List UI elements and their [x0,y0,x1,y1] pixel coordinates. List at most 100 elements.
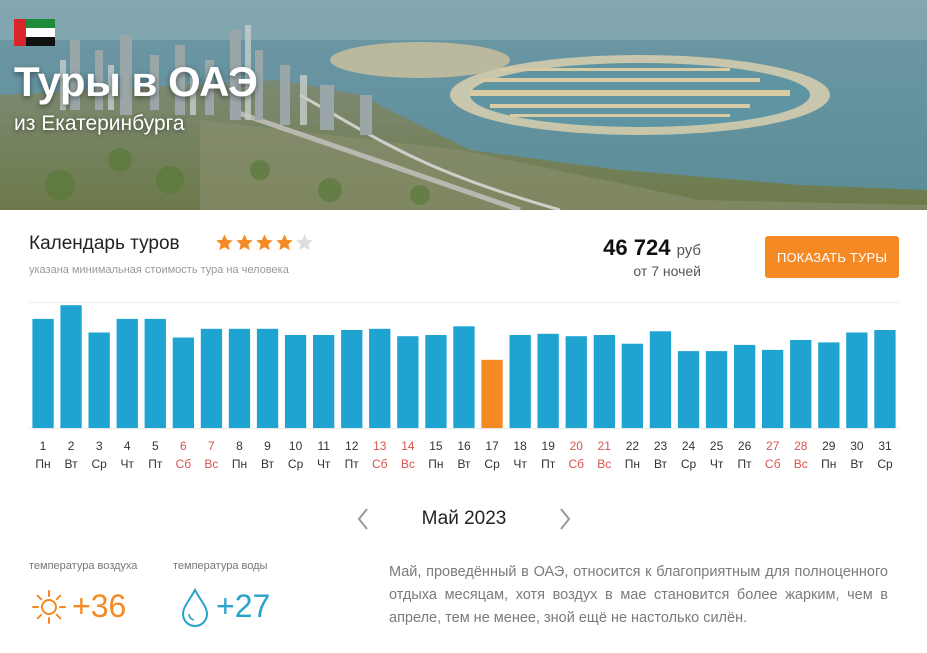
chart-bar[interactable] [790,340,812,428]
weekday-label: Вт [65,457,79,471]
day-number-label: 16 [457,439,471,453]
weekday-label: Пт [738,457,753,471]
day-number-label: 21 [598,439,612,453]
chart-bar[interactable] [369,328,391,428]
sun-icon [32,590,66,624]
price-currency: руб [676,242,701,259]
day-number-label: 31 [878,439,892,453]
chart-bar[interactable] [425,335,447,428]
day-number-label: 10 [289,439,303,453]
price-block: 46 724 руб [603,235,701,261]
show-tours-button[interactable]: ПОКАЗАТЬ ТУРЫ [765,236,899,278]
star-icon [296,234,313,251]
star-icon [276,234,293,251]
chart-bar[interactable] [509,335,531,428]
air-temp-label: температура воздуха [29,560,138,572]
star-icon [256,234,273,251]
rating-stars [215,233,314,253]
chart-bar[interactable] [200,328,223,428]
weekday-label: Вс [401,457,415,471]
day-number-label: 29 [822,439,836,453]
chart-bar[interactable] [846,332,868,429]
day-number-label: 17 [485,439,499,453]
chart-bar[interactable] [228,328,251,428]
water-temp-label: температура воды [173,560,268,572]
day-number-label: 4 [124,439,131,453]
day-number-label: 12 [345,439,359,453]
chart-bar[interactable] [116,318,138,428]
weekday-label: Чт [710,457,724,471]
chart-bar[interactable] [397,336,419,428]
chart-bar[interactable] [284,335,307,428]
weekday-label: Сб [176,457,192,471]
day-number-label: 5 [152,439,159,453]
water-drop-icon [181,587,209,627]
month-label: Май 2023 [421,508,507,529]
chart-bar[interactable] [256,328,279,428]
weekday-label: Чт [513,457,527,471]
chart-bar[interactable] [705,351,728,428]
day-number-label: 9 [264,439,271,453]
hero-banner: Туры в ОАЭ из Екатеринбурга [0,0,927,210]
day-number-label: 13 [373,439,387,453]
chart-bar[interactable] [649,331,672,428]
weekday-label: Сб [372,457,388,471]
chart-bar[interactable] [565,336,587,428]
chevron-right-icon[interactable] [554,505,574,533]
day-number-label: 30 [850,439,864,453]
chart-bar[interactable] [60,305,82,428]
chart-bar[interactable] [88,332,110,429]
weekday-label: Вс [794,457,808,471]
chart-bar[interactable] [144,318,166,428]
chart-bar-selected[interactable] [481,359,503,428]
weekday-label: Пн [625,457,640,471]
air-temp-value: +36 [72,588,127,624]
weekday-label: Пн [35,457,50,471]
chart-bar[interactable] [818,342,840,428]
chart-bar[interactable] [537,333,559,428]
weekday-label: Ср [288,457,304,471]
uae-flag-icon [14,19,55,46]
price-amount: 46 724 [603,235,671,260]
weekday-label: Пн [232,457,247,471]
day-number-label: 25 [710,439,724,453]
day-number-label: 19 [542,439,556,453]
tour-price-chart: 1 Пн 2 Вт 3 Ср 4 Чт 5 Пт 6 Сб 7 Вс 8 Пн 9 Вт 10 Ср 11 Чт 12 Пт 1… [29,305,899,471]
weekday-label: Ср [92,457,108,471]
page-subtitle: из Екатеринбурга [14,112,185,135]
day-number-label: 23 [654,439,668,453]
chart-bar[interactable] [172,337,194,429]
chart-bar[interactable] [621,343,643,428]
day-number-label: 18 [513,439,527,453]
day-number-label: 8 [236,439,243,453]
chart-bar[interactable] [874,330,896,428]
chart-bar[interactable] [677,351,700,428]
day-number-label: 6 [180,439,187,453]
weekday-label: Ср [681,457,697,471]
day-number-label: 1 [40,439,47,453]
weekday-label: Чт [120,457,134,471]
water-temp-value: +27 [216,588,271,624]
weekday-label: Вт [654,457,668,471]
day-number-label: 2 [68,439,75,453]
weekday-label: Вт [457,457,471,471]
day-number-label: 15 [429,439,443,453]
star-icon [216,234,233,251]
chart-bar[interactable] [762,349,784,428]
chart-bar[interactable] [593,335,615,428]
weekday-label: Вс [204,457,218,471]
weekday-label: Вт [261,457,275,471]
chevron-left-icon[interactable] [354,505,374,533]
chart-bar[interactable] [453,326,475,428]
day-number-label: 7 [208,439,215,453]
weekday-label: Пн [821,457,836,471]
chart-bar[interactable] [734,344,756,428]
chart-bar[interactable] [32,318,54,428]
day-number-label: 24 [682,439,696,453]
chart-bar[interactable] [341,330,363,428]
nights-count: от 7 ночей [633,263,701,279]
weekday-label: Сб [569,457,585,471]
weekday-label: Вс [597,457,611,471]
chart-bar[interactable] [313,335,335,428]
day-number-label: 3 [96,439,103,453]
